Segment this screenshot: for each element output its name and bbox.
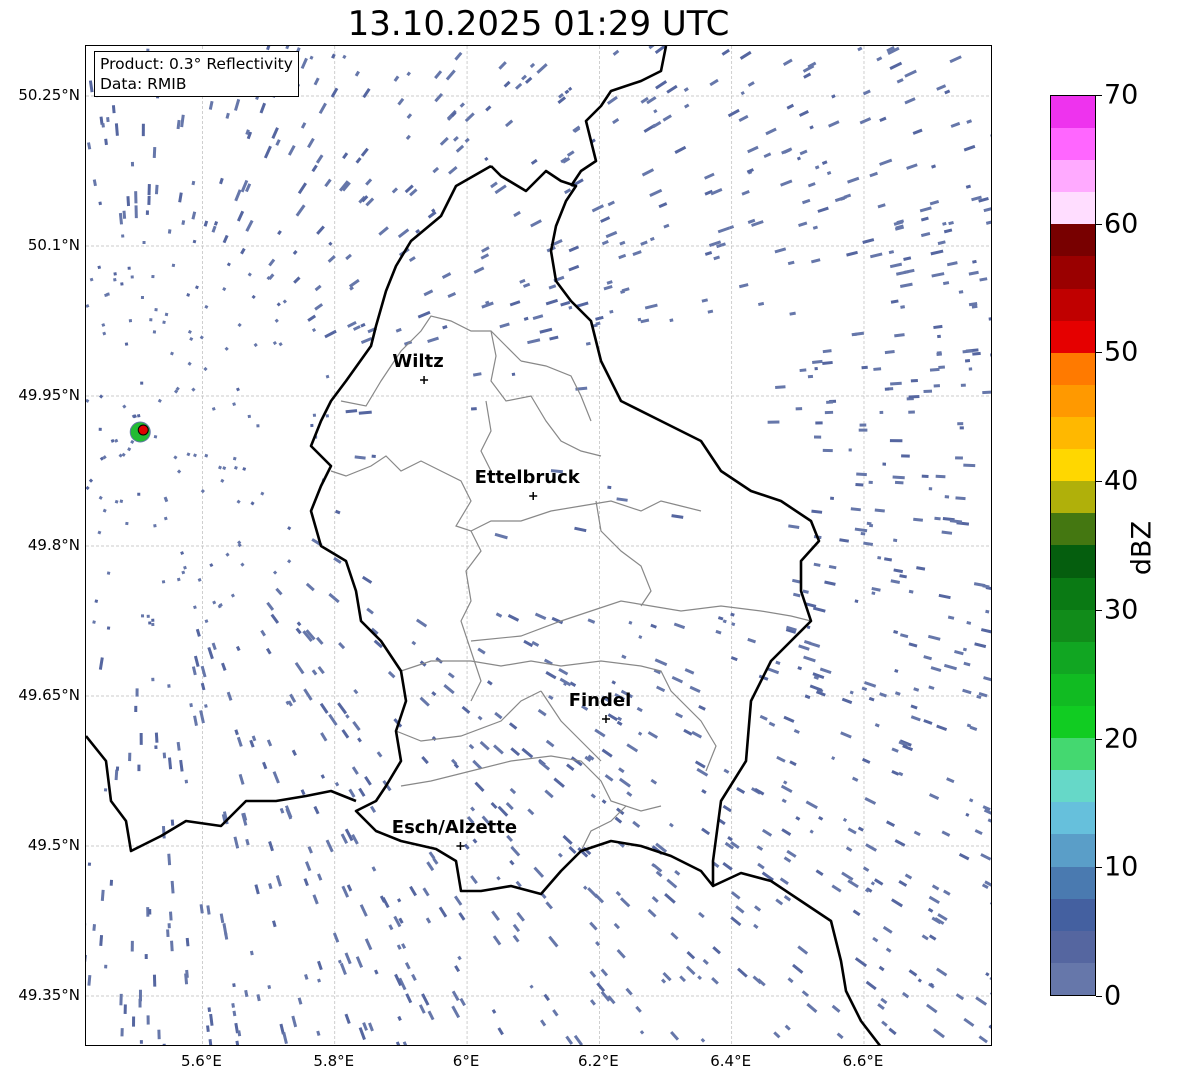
colorbar-bin (1051, 706, 1095, 739)
city-markers (420, 376, 610, 850)
belgium-germany-border (569, 46, 668, 187)
colorbar-bin (1051, 577, 1095, 610)
colorbar-tick-label: 70 (1104, 79, 1139, 111)
lat-tick-label: 49.95°N (18, 386, 80, 404)
colorbar-bin (1051, 513, 1095, 546)
luxembourg-border (309, 164, 821, 896)
colorbar-tick-mark (1096, 738, 1102, 740)
radar-site-marker (129, 421, 151, 443)
colorbar-bin (1051, 738, 1095, 771)
colorbar-bin (1051, 770, 1095, 803)
lat-tick-label: 49.8°N (27, 536, 80, 554)
lat-tick-label: 49.65°N (18, 686, 80, 704)
colorbar-tick-label: 20 (1104, 723, 1139, 755)
colorbar (1050, 95, 1096, 996)
colorbar-bin (1051, 95, 1095, 129)
colorbar-bin (1051, 481, 1095, 514)
colorbar-tick-label: 40 (1104, 465, 1139, 497)
colorbar-bin (1051, 352, 1095, 385)
lon-tick-label: 5.6°E (181, 1052, 222, 1070)
colorbar-bin (1051, 641, 1095, 674)
lat-tick-label: 49.5°N (27, 836, 80, 854)
city-marker-icon (420, 376, 429, 384)
colorbar-bin (1051, 962, 1095, 995)
map-canvas (86, 46, 991, 1045)
colorbar-bin (1051, 898, 1095, 931)
city-label: Findel (568, 690, 632, 711)
city-label: Esch/Alzette (391, 817, 518, 838)
colorbar-bin (1051, 417, 1095, 450)
colorbar-bin (1051, 160, 1095, 193)
colorbar-bin (1051, 673, 1095, 707)
colorbar-tick-label: 50 (1104, 336, 1139, 368)
lon-tick-label: 5.8°E (313, 1052, 355, 1070)
colorbar-bin (1051, 288, 1095, 321)
colorbar-label: dBZ (1126, 520, 1158, 576)
lon-tick-label: 6.6°E (842, 1052, 884, 1070)
belgium-france-border (86, 735, 357, 853)
colorbar-tick-label: 0 (1104, 980, 1122, 1012)
city-label: Wiltz (392, 351, 444, 372)
lat-tick-label: 50.25°N (18, 86, 80, 104)
product-info-box: Product: 0.3° Reflectivity Data: RMIB (94, 51, 299, 97)
radar-site-icon (137, 424, 149, 436)
colorbar-tick-mark (1096, 352, 1102, 354)
city-marker-icon (456, 842, 465, 850)
colorbar-bin (1051, 320, 1095, 353)
lat-tick-label: 49.35°N (18, 986, 80, 1004)
lon-tick-label: 6.4°E (710, 1052, 752, 1070)
colorbar-tick-mark (1096, 867, 1102, 869)
colorbar-bin (1051, 256, 1095, 289)
colorbar-bin (1051, 224, 1095, 257)
colorbar-bin (1051, 384, 1095, 418)
colorbar-bin (1051, 128, 1095, 161)
colorbar-bin (1051, 834, 1095, 867)
colorbar-bin (1051, 609, 1095, 642)
colorbar-tick-mark (1096, 609, 1102, 611)
data-source-label: Data: RMIB (100, 75, 187, 93)
product-label: Product: 0.3° Reflectivity (100, 55, 293, 73)
colorbar-tick-mark (1096, 996, 1102, 997)
city-label: Ettelbruck (474, 467, 580, 488)
colorbar-bin (1051, 449, 1095, 482)
radar-map[interactable] (85, 45, 992, 1046)
colorbar-tick-label: 10 (1104, 851, 1139, 883)
lat-tick-label: 50.1°N (27, 236, 80, 254)
colorbar-bin (1051, 192, 1095, 225)
colorbar-tick-mark (1096, 481, 1102, 483)
gridlines (86, 46, 991, 1045)
colorbar-bin (1051, 802, 1095, 835)
colorbar-bin (1051, 545, 1095, 578)
lon-tick-label: 6°E (452, 1052, 480, 1070)
colorbar-tick-mark (1096, 95, 1102, 96)
lon-tick-label: 6.2°E (577, 1052, 619, 1070)
colorbar-bin (1051, 930, 1095, 963)
city-marker-icon (529, 492, 538, 500)
colorbar-tick-label: 30 (1104, 594, 1139, 626)
colorbar-tick-mark (1096, 223, 1102, 225)
colorbar-tick-label: 60 (1104, 208, 1139, 240)
map-title: 13.10.2025 01:29 UTC (347, 4, 730, 44)
colorbar-bin (1051, 866, 1095, 899)
